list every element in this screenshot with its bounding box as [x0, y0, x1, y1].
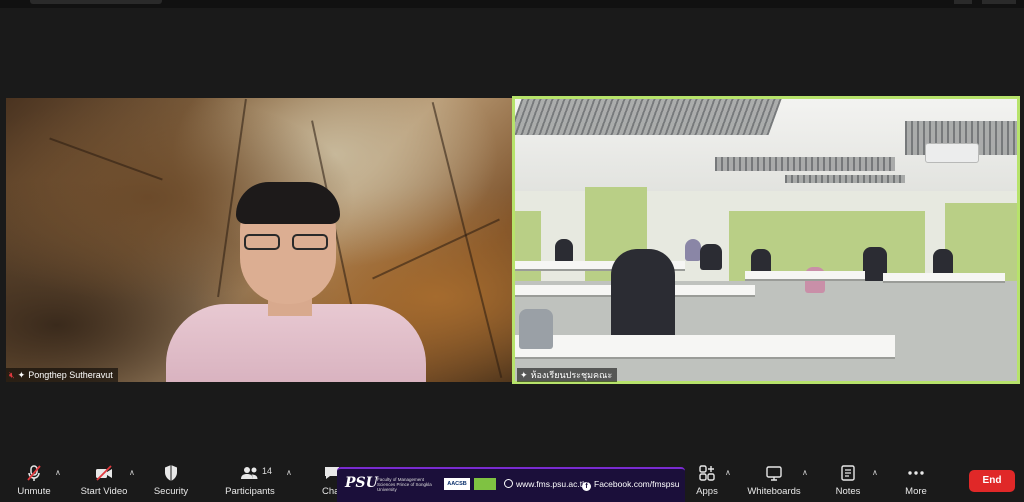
projector	[925, 143, 979, 163]
globe-icon	[504, 479, 513, 488]
video-off-icon	[74, 464, 134, 482]
aacsb-badge: AACSB	[444, 478, 470, 490]
notes-options-caret[interactable]: ∧	[872, 468, 878, 477]
video-tile-classroom[interactable]	[512, 96, 1020, 384]
participant-name: ห้องเรียนประชุมคณะ	[530, 370, 613, 380]
shield-icon	[141, 464, 201, 482]
classroom-name-tag: ✦ ห้องเรียนประชุมคณะ	[517, 368, 618, 382]
more-label: More	[905, 486, 927, 497]
security-button[interactable]: Security	[141, 456, 201, 497]
whiteboard-icon	[744, 464, 804, 482]
notes-label: Notes	[835, 486, 861, 497]
accreditation-chip	[474, 478, 496, 490]
start-video-label: Start Video	[80, 486, 128, 497]
mic-muted-icon: 🔇︎	[9, 369, 15, 380]
participant-name-tag: 🔇︎ ✦ Pongthep Sutheravut	[6, 368, 118, 382]
apps-options-caret[interactable]: ∧	[725, 468, 731, 477]
top-bar	[0, 0, 1024, 8]
security-label: Security	[153, 486, 189, 497]
notes-button[interactable]: Notes	[818, 456, 878, 497]
participants-count: 14	[262, 466, 273, 476]
top-bar-control[interactable]	[982, 0, 1016, 4]
participants-button[interactable]: Participants	[220, 456, 280, 497]
top-bar-control[interactable]	[954, 0, 972, 4]
more-icon	[886, 464, 946, 482]
apps-label: Apps	[696, 486, 718, 497]
facebook-icon: f	[582, 482, 591, 491]
more-button[interactable]: More	[886, 456, 946, 497]
website-link: www.fms.psu.ac.th	[504, 479, 587, 489]
video-tile-pongthep[interactable]	[6, 98, 512, 382]
video-options-caret[interactable]: ∧	[129, 468, 135, 477]
psu-logo: PSU	[345, 475, 378, 491]
participant-video-person	[166, 182, 426, 382]
facebook-link: f Facebook.com/fmspsu	[582, 479, 680, 491]
end-meeting-button[interactable]: End	[969, 470, 1015, 492]
participant-name: Pongthep Sutheravut	[28, 370, 113, 380]
whiteboards-label: Whiteboards	[747, 486, 801, 497]
unmute-options-caret[interactable]: ∧	[55, 468, 61, 477]
faculty-name: Faculty of Management Sciences Prince of…	[377, 477, 432, 492]
pin-icon: ✦	[520, 369, 528, 380]
website-text: www.fms.psu.ac.th	[516, 479, 587, 489]
participants-options-caret[interactable]: ∧	[286, 468, 292, 477]
facebook-text: Facebook.com/fmspsu	[594, 479, 680, 489]
start-video-button[interactable]: Start Video	[74, 456, 134, 497]
unmute-label: Unmute	[17, 486, 51, 497]
whiteboards-button[interactable]: Whiteboards	[744, 456, 804, 497]
pin-icon: ✦	[17, 369, 26, 380]
participants-label: Participants	[225, 486, 275, 497]
top-bar-tab	[30, 0, 162, 4]
university-banner: PSU Faculty of Management Sciences Princ…	[337, 467, 685, 502]
notes-icon	[818, 464, 878, 482]
whiteboards-options-caret[interactable]: ∧	[802, 468, 808, 477]
